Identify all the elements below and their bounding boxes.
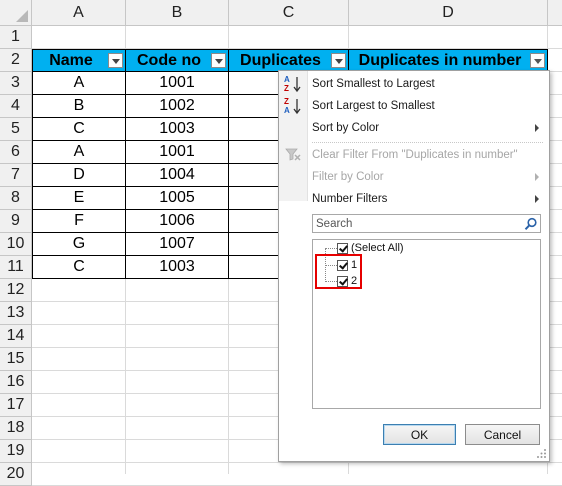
cell-code-no[interactable]: 1001: [126, 141, 229, 164]
checkbox[interactable]: [337, 242, 348, 254]
header-label: Name: [49, 51, 93, 69]
svg-text:Z: Z: [284, 97, 289, 106]
menu-item-sort-ascending[interactable]: A Z Sort Smallest to Largest: [279, 73, 549, 95]
column-header-c[interactable]: C: [229, 0, 349, 26]
cell-code-no[interactable]: 1006: [126, 210, 229, 233]
cell-name[interactable]: G: [32, 233, 126, 256]
svg-text:Z: Z: [284, 84, 289, 93]
filter-dropdown-button[interactable]: [108, 53, 123, 68]
cell-name[interactable]: A: [32, 72, 126, 95]
cell-name[interactable]: B: [32, 95, 126, 118]
menu-item-filter-by-color[interactable]: Filter by Color: [279, 166, 549, 188]
menu-item-sort-by-color[interactable]: Sort by Color: [279, 117, 549, 139]
cell-code-no[interactable]: 1001: [126, 72, 229, 95]
cell-code-no[interactable]: 1002: [126, 95, 229, 118]
table-header-duplicates: Duplicates: [229, 49, 349, 72]
row-header[interactable]: 20: [0, 463, 32, 486]
svg-text:A: A: [284, 75, 290, 84]
row-header[interactable]: 15: [0, 348, 32, 371]
cell-name[interactable]: E: [32, 187, 126, 210]
column-header-e[interactable]: [548, 0, 562, 26]
header-label: Duplicates in number: [358, 51, 522, 69]
row-header[interactable]: 16: [0, 371, 32, 394]
svg-text:A: A: [284, 106, 290, 115]
row-header[interactable]: 6: [0, 141, 32, 164]
menu-item-label: Clear Filter From "Duplicates in number": [312, 149, 518, 161]
row-header[interactable]: 8: [0, 187, 32, 210]
table-header-name: Name: [32, 49, 126, 72]
table-header-code-no: Code no: [126, 49, 229, 72]
menu-item-label: Number Filters: [312, 193, 388, 205]
gridline: [32, 462, 562, 463]
submenu-arrow-icon: [535, 173, 539, 181]
filter-dropdown-button[interactable]: [331, 53, 346, 68]
cell-name[interactable]: F: [32, 210, 126, 233]
cell-code-no[interactable]: 1003: [126, 118, 229, 141]
row-header[interactable]: 1: [0, 26, 32, 49]
submenu-arrow-icon: [535, 124, 539, 132]
cancel-button[interactable]: Cancel: [465, 424, 540, 445]
ok-button[interactable]: OK: [383, 424, 456, 445]
clear-filter-icon: [285, 148, 301, 161]
menu-item-clear-filter[interactable]: Clear Filter From "Duplicates in number": [279, 144, 549, 166]
value-label: (Select All): [351, 242, 404, 254]
row-header[interactable]: 4: [0, 95, 32, 118]
column-header-b[interactable]: B: [126, 0, 229, 26]
menu-item-label: Filter by Color: [312, 171, 384, 183]
row-header[interactable]: 5: [0, 118, 32, 141]
search-input[interactable]: [312, 214, 541, 233]
filter-dropdown-button[interactable]: [530, 53, 545, 68]
row-header[interactable]: 12: [0, 279, 32, 302]
row-header[interactable]: 19: [0, 440, 32, 463]
sort-ascending-icon: A Z: [284, 75, 301, 93]
row-header[interactable]: 2: [0, 49, 32, 72]
row-header[interactable]: 9: [0, 210, 32, 233]
menu-item-label: Sort Smallest to Largest: [312, 78, 435, 90]
select-all-corner[interactable]: [0, 0, 32, 26]
resize-grip-icon[interactable]: [537, 449, 547, 459]
filter-dropdown-button[interactable]: [211, 53, 226, 68]
menu-item-sort-descending[interactable]: Z A Sort Largest to Smallest: [279, 95, 549, 117]
highlight-annotation: [315, 254, 362, 289]
sort-descending-icon: Z A: [284, 97, 301, 115]
header-label: Duplicates: [240, 51, 321, 69]
cell-code-no[interactable]: 1007: [126, 233, 229, 256]
row-header[interactable]: 14: [0, 325, 32, 348]
menu-item-number-filters[interactable]: Number Filters: [279, 188, 549, 210]
cell-name[interactable]: C: [32, 256, 126, 279]
row-header[interactable]: 11: [0, 256, 32, 279]
cell-code-no[interactable]: 1003: [126, 256, 229, 279]
cell-name[interactable]: C: [32, 118, 126, 141]
header-label: Code no: [137, 51, 201, 69]
row-header[interactable]: 17: [0, 394, 32, 417]
column-header-d[interactable]: D: [349, 0, 548, 26]
autofilter-dropdown: A Z Sort Smallest to Largest Z A Sort La…: [278, 70, 550, 462]
row-header[interactable]: 18: [0, 417, 32, 440]
cell-code-no[interactable]: 1004: [126, 164, 229, 187]
tree-connector: [325, 248, 337, 249]
cell-name[interactable]: A: [32, 141, 126, 164]
column-header-a[interactable]: A: [32, 0, 126, 26]
menu-item-label: Sort Largest to Smallest: [312, 100, 435, 112]
cell-code-no[interactable]: 1005: [126, 187, 229, 210]
row-header[interactable]: 3: [0, 72, 32, 95]
menu-item-label: Sort by Color: [312, 122, 380, 134]
row-header[interactable]: 7: [0, 164, 32, 187]
row-header[interactable]: 10: [0, 233, 32, 256]
table-header-duplicates-in-number: Duplicates in number: [349, 49, 548, 72]
cell-name[interactable]: D: [32, 164, 126, 187]
row-header[interactable]: 13: [0, 302, 32, 325]
search-icon[interactable]: [524, 217, 538, 231]
submenu-arrow-icon: [535, 195, 539, 203]
